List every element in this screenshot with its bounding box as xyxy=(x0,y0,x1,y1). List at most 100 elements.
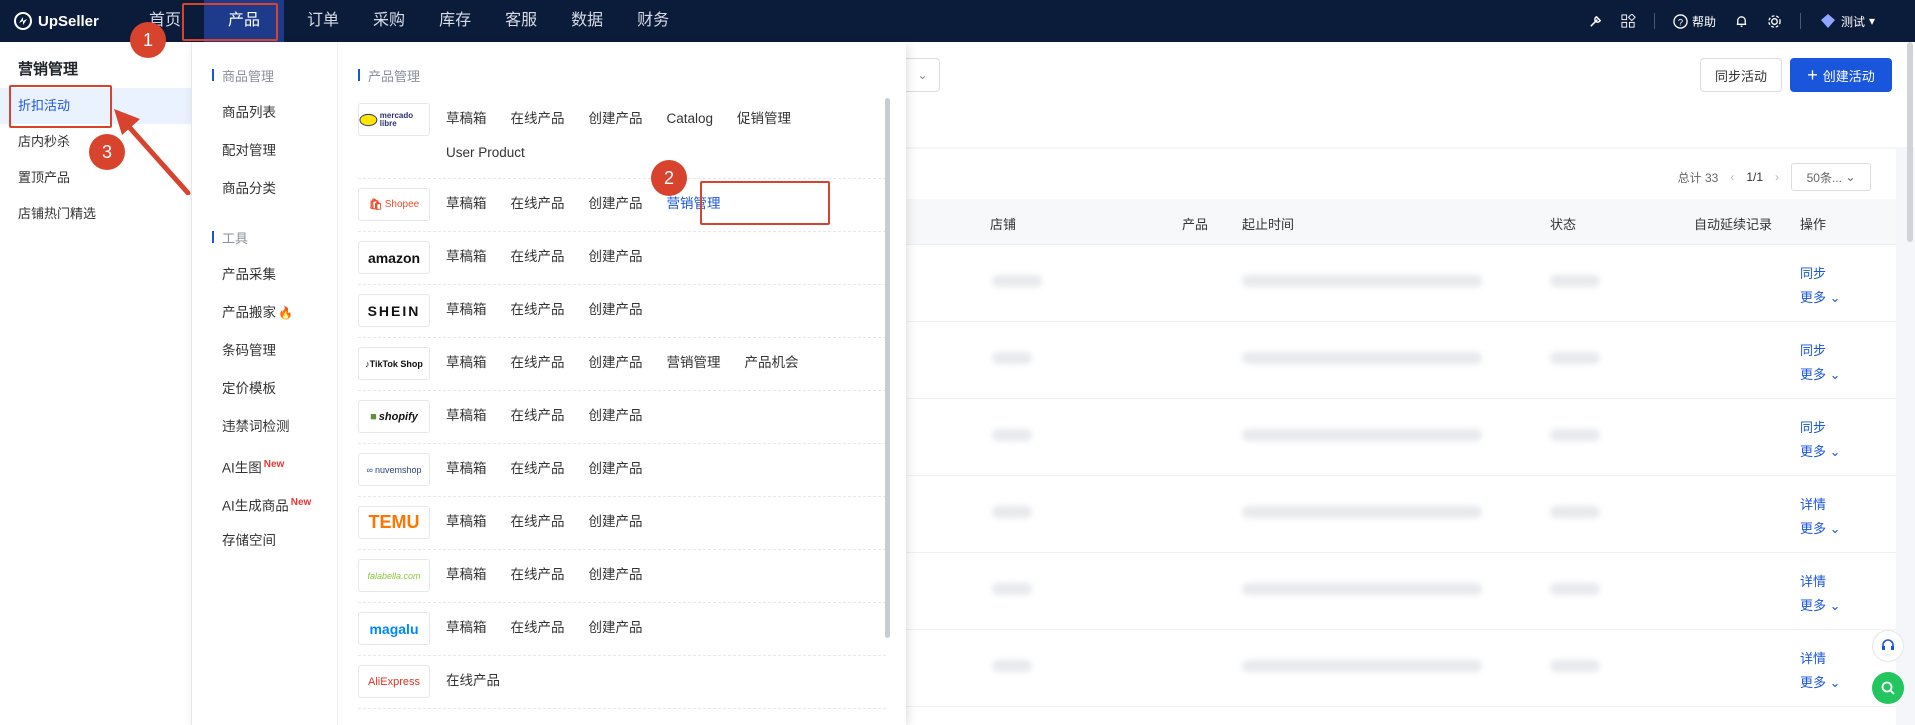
row-action-more[interactable]: 更多 ⌄ xyxy=(1800,287,1841,306)
shopee-drafts-link[interactable]: 草稿箱 xyxy=(446,187,487,221)
user-menu[interactable]: 测试 ▾ xyxy=(1819,12,1875,30)
temu-online-link[interactable]: 在线产品 xyxy=(511,505,565,539)
temu-drafts-link[interactable]: 草稿箱 xyxy=(446,505,487,539)
next-page-icon[interactable]: › xyxy=(1775,170,1779,184)
ml-drafts-link[interactable]: 草稿箱 xyxy=(446,102,487,136)
menu-product-migrate[interactable]: 产品搬家 🔥 xyxy=(192,294,337,332)
menu-ai-product[interactable]: AI生成商品 New xyxy=(192,484,337,522)
amazon-drafts-link[interactable]: 草稿箱 xyxy=(446,240,487,274)
mega-menu-platforms: 产品管理 mercado libre 草稿箱 在线产品 创建产品 Catalog… xyxy=(338,42,906,725)
nav-purchasing[interactable]: 采购 xyxy=(356,0,422,42)
magalu-links: 草稿箱 在线产品 创建产品 xyxy=(446,611,866,645)
row-action-sync[interactable]: 同步 xyxy=(1800,263,1826,282)
shein-drafts-link[interactable]: 草稿箱 xyxy=(446,293,487,327)
amazon-online-link[interactable]: 在线产品 xyxy=(511,240,565,274)
amazon-create-link[interactable]: 创建产品 xyxy=(589,240,643,274)
sidebar-item-hot-picks[interactable]: 店铺热门精选 xyxy=(0,196,191,232)
nuvemshop-create-link[interactable]: 创建产品 xyxy=(589,452,643,486)
shopify-logo: ■ shopify xyxy=(358,400,430,433)
row-action-more[interactable]: 更多 ⌄ xyxy=(1800,441,1841,460)
falabella-drafts-link[interactable]: 草稿箱 xyxy=(446,558,487,592)
menu-product-collect[interactable]: 产品采集 xyxy=(192,256,337,294)
shopify-create-link[interactable]: 创建产品 xyxy=(589,399,643,433)
ml-promotion-link[interactable]: 促销管理 xyxy=(737,102,791,136)
row-action-sync[interactable]: 同步 xyxy=(1800,340,1826,359)
menu-pricing-template[interactable]: 定价模板 xyxy=(192,370,337,408)
annotation-box-products xyxy=(182,3,278,41)
ml-online-link[interactable]: 在线产品 xyxy=(511,102,565,136)
falabella-create-link[interactable]: 创建产品 xyxy=(589,558,643,592)
row-action-more[interactable]: 更多 ⌄ xyxy=(1800,364,1841,383)
magalu-create-link[interactable]: 创建产品 xyxy=(589,611,643,645)
aliexpress-online-link[interactable]: 在线产品 xyxy=(446,664,500,698)
ml-create-link[interactable]: 创建产品 xyxy=(589,102,643,136)
help-label: 帮助 xyxy=(1691,14,1716,29)
shein-create-link[interactable]: 创建产品 xyxy=(589,293,643,327)
row-action-details[interactable]: 详情 xyxy=(1800,571,1826,590)
sync-activity-button[interactable]: 同步活动 xyxy=(1700,58,1782,92)
headset-support-icon[interactable] xyxy=(1872,630,1904,662)
page-scrollbar[interactable] xyxy=(1907,42,1913,242)
magalu-online-link[interactable]: 在线产品 xyxy=(511,611,565,645)
shopify-drafts-link[interactable]: 草稿箱 xyxy=(446,399,487,433)
menu-ai-image[interactable]: AI生图 New xyxy=(192,446,337,484)
temu-logo: TEMU xyxy=(358,506,430,539)
falabella-links: 草稿箱 在线产品 创建产品 xyxy=(446,558,866,592)
settings-gear-icon[interactable] xyxy=(1767,14,1782,29)
tiktok-shop-logo: ♪ TikTok Shop xyxy=(358,347,430,380)
tiktok-online-link[interactable]: 在线产品 xyxy=(511,346,565,380)
menu-storage[interactable]: 存储空间 xyxy=(192,522,337,560)
filter-select[interactable]: ⌄ xyxy=(906,58,940,92)
shopee-online-link[interactable]: 在线产品 xyxy=(511,187,565,221)
nav-finance[interactable]: 财务 xyxy=(620,0,686,42)
row-action-details[interactable]: 详情 xyxy=(1800,648,1826,667)
nav-data[interactable]: 数据 xyxy=(554,0,620,42)
table-row: 同步 更多 ⌄ xyxy=(906,399,1896,476)
tiktok-drafts-link[interactable]: 草稿箱 xyxy=(446,346,487,380)
nav-inventory[interactable]: 库存 xyxy=(422,0,488,42)
row-action-more[interactable]: 更多 ⌄ xyxy=(1800,672,1841,691)
row-action-details[interactable]: 详情 xyxy=(1800,494,1826,513)
create-activity-button[interactable]: + 创建活动 xyxy=(1790,58,1892,92)
shopify-online-link[interactable]: 在线产品 xyxy=(511,399,565,433)
blurred-cell xyxy=(992,660,1032,672)
upseller-logo-icon xyxy=(14,12,32,30)
prev-page-icon[interactable]: ‹ xyxy=(1730,170,1734,184)
temu-create-link[interactable]: 创建产品 xyxy=(589,505,643,539)
row-action-more[interactable]: 更多 ⌄ xyxy=(1800,518,1841,537)
tools-icon[interactable] xyxy=(1588,14,1603,29)
nuvemshop-drafts-link[interactable]: 草稿箱 xyxy=(446,452,487,486)
tiktok-marketing-link[interactable]: 营销管理 xyxy=(667,346,721,380)
shein-online-link[interactable]: 在线产品 xyxy=(511,293,565,327)
app-logo[interactable]: UpSeller xyxy=(14,12,132,30)
row-action-more[interactable]: 更多 ⌄ xyxy=(1800,595,1841,614)
menu-product-category[interactable]: 商品分类 xyxy=(192,170,337,208)
apps-grid-icon[interactable] xyxy=(1621,13,1636,29)
nav-customer-service[interactable]: 客服 xyxy=(488,0,554,42)
tiktok-opportunity-link[interactable]: 产品机会 xyxy=(745,346,799,380)
blurred-cell xyxy=(1242,352,1482,364)
menu-product-list[interactable]: 商品列表 xyxy=(192,94,337,132)
nuvemshop-online-link[interactable]: 在线产品 xyxy=(511,452,565,486)
platform-row-mercadolibre: mercado libre 草稿箱 在线产品 创建产品 Catalog 促销管理… xyxy=(358,94,886,179)
ml-user-product-link[interactable]: User Product xyxy=(446,136,525,170)
bell-icon[interactable] xyxy=(1734,14,1749,29)
menu-barcode-mgmt[interactable]: 条码管理 xyxy=(192,332,337,370)
chevron-down-icon: ▾ xyxy=(1868,14,1875,28)
magalu-drafts-link[interactable]: 草稿箱 xyxy=(446,611,487,645)
row-action-sync[interactable]: 同步 xyxy=(1800,417,1826,436)
ml-catalog-link[interactable]: Catalog xyxy=(667,102,714,136)
help-button[interactable]: ? 帮助 xyxy=(1673,13,1716,30)
falabella-online-link[interactable]: 在线产品 xyxy=(511,558,565,592)
menu-pairing-mgmt[interactable]: 配对管理 xyxy=(192,132,337,170)
chevron-down-icon: ⌄ xyxy=(1845,170,1856,184)
shopee-create-link[interactable]: 创建产品 xyxy=(589,187,643,221)
col-status: 状态 xyxy=(1550,217,1577,232)
menu-banned-word-check[interactable]: 违禁词检测 xyxy=(192,408,337,446)
tiktok-create-link[interactable]: 创建产品 xyxy=(589,346,643,380)
search-chat-icon[interactable] xyxy=(1872,672,1904,704)
blurred-cell xyxy=(1550,429,1600,441)
page-size-select[interactable]: 50条... ⌄ xyxy=(1791,163,1871,191)
mega-menu-scrollbar[interactable] xyxy=(885,98,890,638)
nav-orders[interactable]: 订单 xyxy=(290,0,356,42)
